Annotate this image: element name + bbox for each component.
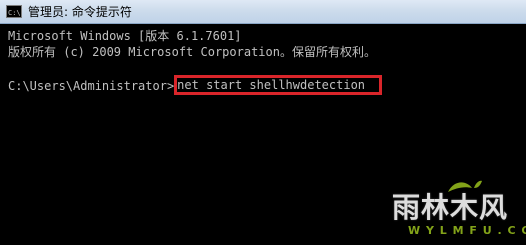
console-prompt: C:\Users\Administrator> bbox=[8, 79, 175, 93]
console-line-version: Microsoft Windows [版本 6.1.7601] bbox=[8, 29, 242, 43]
window-title: 管理员: 命令提示符 bbox=[28, 5, 132, 19]
highlighted-command: net start shellhwdetection bbox=[174, 75, 383, 95]
cmd-icon[interactable]: C:\ bbox=[6, 5, 22, 18]
console-line-copyright: 版权所有 (c) 2009 Microsoft Corporation。保留所有… bbox=[8, 45, 376, 59]
window-titlebar[interactable]: C:\ 管理员: 命令提示符 bbox=[0, 0, 526, 24]
watermark-logo: 雨林木风 W Y L M F U . C O M bbox=[386, 178, 526, 242]
svg-text:C:\: C:\ bbox=[8, 9, 20, 16]
watermark-text: 雨林木风 bbox=[392, 191, 509, 224]
watermark-url: W Y L M F U . C O M bbox=[408, 224, 526, 237]
console-command-line: C:\Users\Administrator> net start shellhw… bbox=[8, 75, 383, 95]
